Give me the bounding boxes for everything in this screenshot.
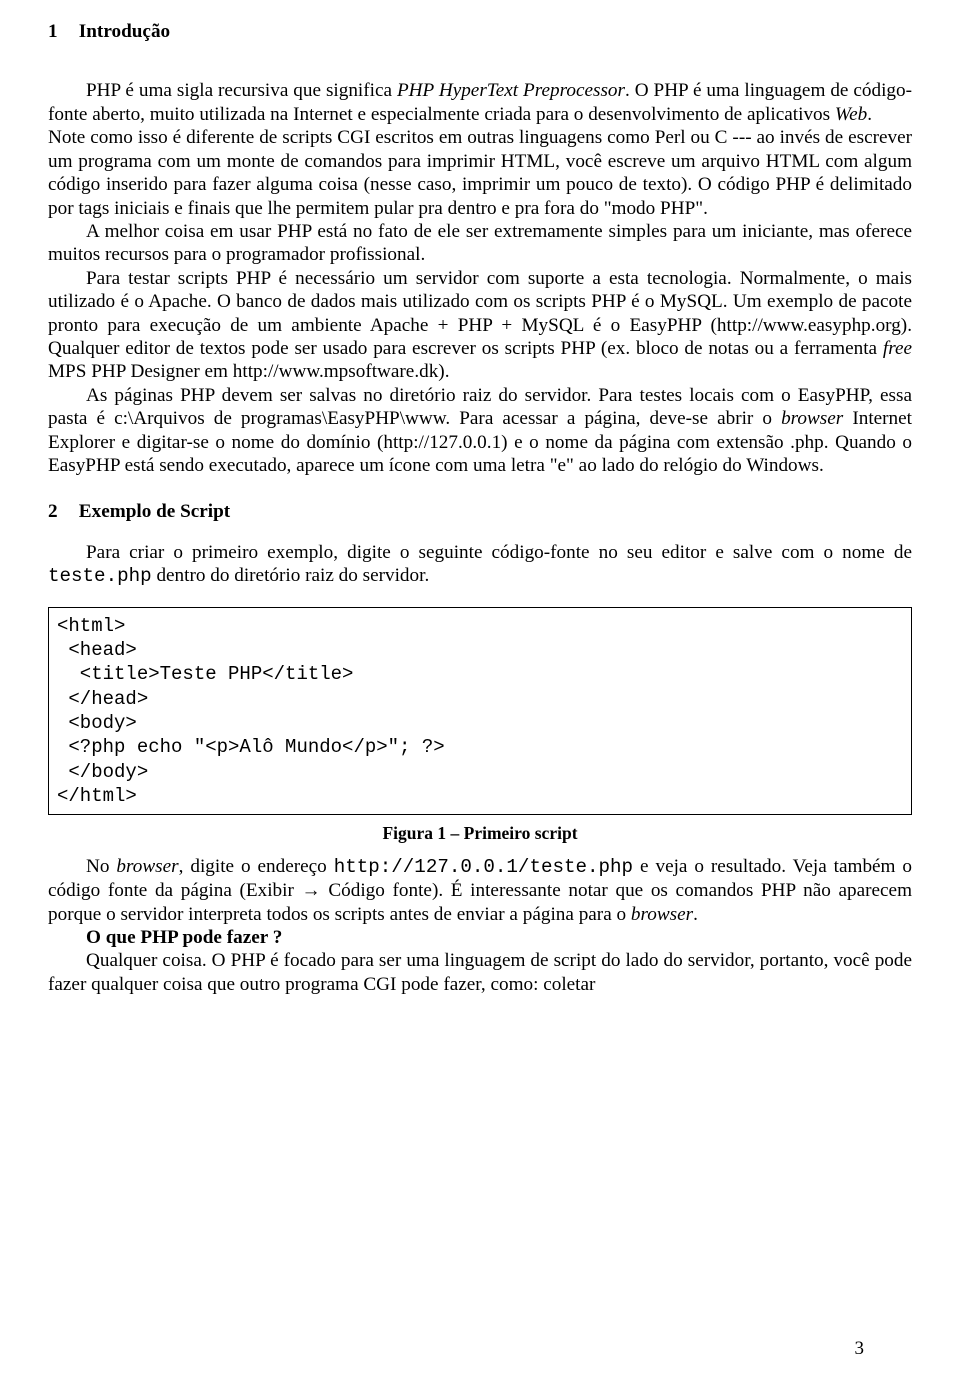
after-para1: No browser, digite o endereço http://127… <box>48 855 912 926</box>
url-local-teste: http://127.0.0.1/teste.php <box>334 856 633 878</box>
code-line: <head> <box>57 639 137 661</box>
term-browser: browser <box>116 856 178 877</box>
text: Para testar scripts PHP é necessário um … <box>48 268 912 359</box>
text: No <box>86 856 116 877</box>
filename-teste-php: teste.php <box>48 565 152 587</box>
code-line: </body> <box>57 761 148 783</box>
text: PHP é uma sigla recursiva que significa <box>86 80 397 101</box>
text: , digite o endereço <box>179 856 334 877</box>
code-line: <html> <box>57 615 125 637</box>
heading-section-1: 1 Introdução <box>48 20 912 43</box>
text: . <box>867 104 872 125</box>
term-browser: browser <box>631 904 693 925</box>
section1-para1: PHP é uma sigla recursiva que significa … <box>48 79 912 126</box>
text: Para criar o primeiro exemplo, digite o … <box>86 542 912 563</box>
code-line: <?php echo "<p>Alô Mundo</p>"; ?> <box>57 736 445 758</box>
text: MPS PHP Designer em http://www.mpsoftwar… <box>48 361 450 382</box>
text: dentro do diretório raiz do servidor. <box>152 565 430 586</box>
section1-para4: Para testar scripts PHP é necessário um … <box>48 267 912 384</box>
heading-1-title: Introdução <box>79 21 170 42</box>
code-line: </head> <box>57 688 148 710</box>
section1-para5: As páginas PHP devem ser salvas no diret… <box>48 384 912 478</box>
text: . <box>693 904 698 925</box>
term-browser: browser <box>781 408 843 429</box>
section1-para3: A melhor coisa em usar PHP está no fato … <box>48 220 912 267</box>
heading-1-number: 1 <box>48 20 74 43</box>
code-listing: <html> <head> <title>Teste PHP</title> <… <box>48 607 912 816</box>
term-php-hypertext: PHP HyperText Preprocessor <box>397 80 625 101</box>
heading-2-number: 2 <box>48 500 74 523</box>
page-number: 3 <box>855 1337 865 1360</box>
code-line: </html> <box>57 785 137 807</box>
code-line: <title>Teste PHP</title> <box>57 663 353 685</box>
after-para3: Qualquer coisa. O PHP é focado para ser … <box>48 949 912 996</box>
term-free: free <box>883 338 912 359</box>
after-para2-subheading: O que PHP pode fazer ? <box>48 926 912 949</box>
section2-para1: Para criar o primeiro exemplo, digite o … <box>48 541 912 589</box>
section1-para2: Note como isso é diferente de scripts CG… <box>48 126 912 220</box>
term-web: Web <box>835 104 867 125</box>
heading-2-title: Exemplo de Script <box>79 501 230 522</box>
code-line: <body> <box>57 712 137 734</box>
heading-section-2: 2 Exemplo de Script <box>48 500 912 523</box>
figure-1-caption: Figura 1 – Primeiro script <box>48 823 912 844</box>
